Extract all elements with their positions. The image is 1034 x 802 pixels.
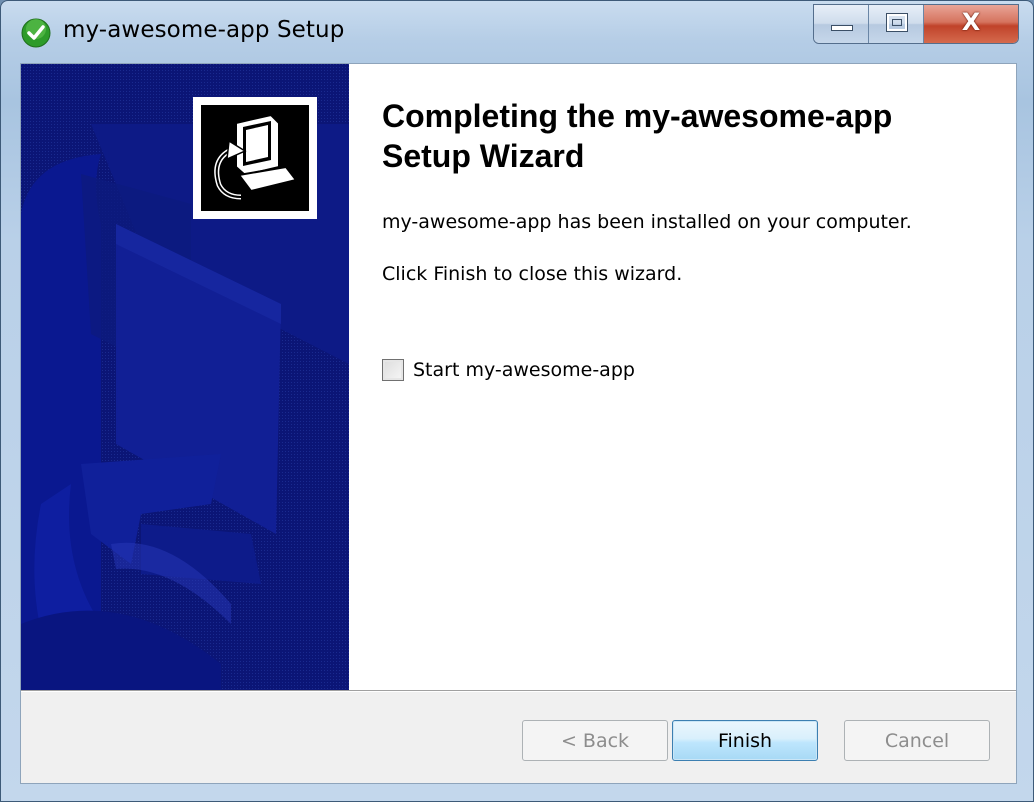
computer-install-icon (214, 113, 298, 200)
wizard-content: Completing the my-awesome-app Setup Wiza… (349, 64, 1016, 690)
wizard-banner (21, 64, 349, 690)
title-bar[interactable]: my-awesome-app Setup X (1, 1, 1033, 63)
cancel-button[interactable]: Cancel (844, 720, 990, 761)
close-icon: X (961, 8, 981, 36)
maximize-icon (886, 13, 908, 32)
finish-button[interactable]: Finish (672, 720, 818, 761)
page-title-line-1: Completing the my-awesome-app (382, 98, 893, 134)
setup-window: my-awesome-app Setup X Completing the my… (0, 0, 1034, 802)
finish-hint: Click Finish to close this wizard. (382, 263, 683, 285)
start-app-option[interactable]: Start my-awesome-app (382, 359, 635, 381)
start-app-label[interactable]: Start my-awesome-app (413, 359, 635, 381)
start-app-checkbox[interactable] (382, 359, 404, 381)
caption-buttons: X (813, 4, 1019, 44)
minimize-icon (831, 25, 853, 31)
window-title: my-awesome-app Setup (63, 17, 345, 43)
maximize-button[interactable] (869, 5, 924, 43)
minimize-button[interactable] (814, 5, 869, 43)
footer-separator (21, 690, 1016, 692)
wizard-client-area: Completing the my-awesome-app Setup Wiza… (20, 63, 1017, 784)
page-title-line-2: Setup Wizard (382, 138, 585, 174)
installed-message: my-awesome-app has been installed on you… (382, 211, 912, 233)
back-button[interactable]: < Back (522, 720, 668, 761)
close-button[interactable]: X (924, 5, 1018, 43)
installer-icon-frame (193, 97, 317, 219)
page-title: Completing the my-awesome-app Setup Wiza… (382, 96, 982, 176)
green-check-shield-icon (21, 18, 51, 48)
